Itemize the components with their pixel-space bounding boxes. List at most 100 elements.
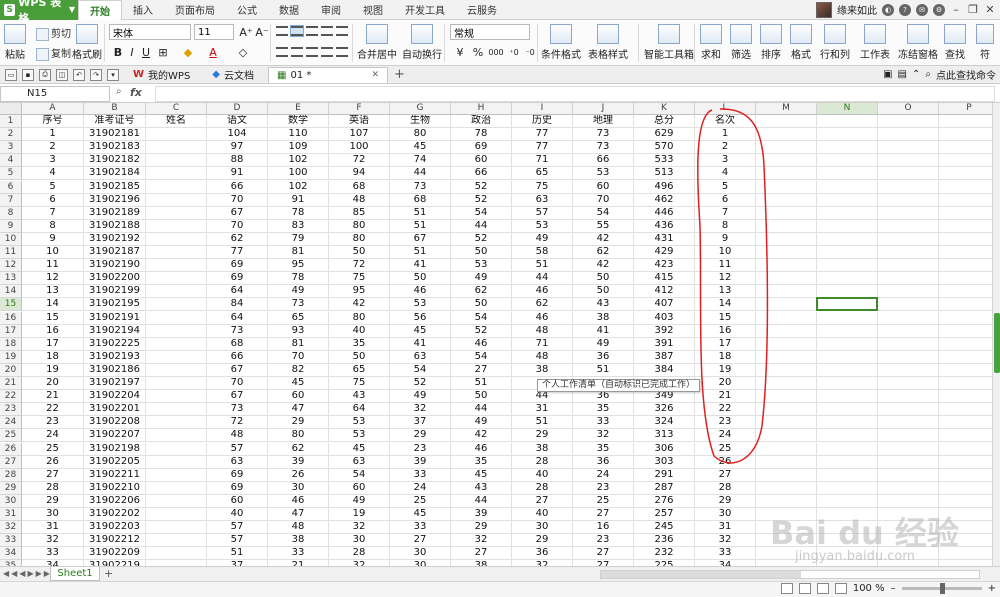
symbol-button[interactable]: 符 — [976, 24, 994, 61]
select-all-corner[interactable] — [0, 103, 22, 115]
table-cell[interactable] — [756, 403, 817, 417]
table-cell[interactable] — [939, 207, 992, 220]
table-cell[interactable]: 51 — [390, 206, 451, 220]
table-cell[interactable]: 57 — [207, 442, 268, 456]
row-header[interactable]: 6 — [0, 180, 22, 194]
distribute-icon[interactable] — [336, 47, 348, 57]
undo-icon[interactable]: ↶ — [73, 68, 85, 81]
table-cell[interactable]: 415 — [634, 272, 695, 286]
table-cell[interactable]: 74 — [390, 154, 451, 168]
table-cell[interactable] — [146, 246, 207, 259]
print-preview-icon[interactable]: ◫ — [56, 68, 68, 81]
table-cell[interactable]: 68 — [329, 180, 390, 194]
table-cell[interactable] — [146, 272, 207, 286]
table-cell[interactable]: 23 — [573, 481, 634, 495]
table-cell[interactable] — [817, 154, 878, 168]
column-header-P[interactable]: P — [939, 103, 992, 115]
table-cell[interactable]: 51 — [207, 547, 268, 561]
table-cell[interactable] — [939, 233, 992, 246]
table-cell[interactable] — [939, 403, 992, 417]
table-cell[interactable] — [878, 232, 939, 246]
table-cell[interactable]: 19 — [695, 363, 756, 377]
table-cell[interactable] — [939, 154, 992, 168]
header-cell[interactable]: 姓名 — [146, 115, 207, 128]
table-cell[interactable]: 69 — [451, 141, 512, 155]
row-header[interactable]: 21 — [0, 377, 22, 390]
table-cell[interactable]: 37 — [390, 416, 451, 430]
table-cell[interactable]: 245 — [634, 521, 695, 535]
table-cell[interactable]: 56 — [390, 311, 451, 325]
table-cell[interactable] — [146, 193, 207, 207]
table-cell[interactable]: 13 — [22, 285, 84, 299]
table-cell[interactable]: 62 — [573, 246, 634, 259]
table-cell[interactable]: 46 — [451, 442, 512, 456]
table-cell[interactable]: 23 — [390, 442, 451, 456]
column-header-O[interactable]: O — [878, 103, 939, 115]
table-cell[interactable]: 15 — [695, 311, 756, 325]
table-cell[interactable]: 276 — [634, 494, 695, 508]
table-cell[interactable] — [817, 128, 878, 142]
table-cell[interactable]: 57 — [512, 206, 573, 220]
table-cell[interactable]: 63 — [390, 350, 451, 364]
table-cell[interactable] — [939, 141, 992, 155]
table-cell[interactable]: 64 — [207, 311, 268, 325]
table-cell[interactable] — [817, 219, 878, 233]
table-cell[interactable]: 446 — [634, 206, 695, 220]
column-header-C[interactable]: C — [146, 103, 207, 115]
column-header-J[interactable]: J — [573, 103, 634, 115]
table-cell[interactable] — [878, 272, 939, 286]
table-cell[interactable] — [146, 429, 207, 443]
column-header-L[interactable]: L — [695, 103, 756, 115]
table-cell[interactable] — [146, 285, 207, 299]
header-cell[interactable]: 语文 — [207, 115, 268, 128]
table-cell[interactable]: 78 — [268, 272, 329, 286]
table-cell[interactable]: 58 — [512, 246, 573, 259]
table-cell[interactable]: 31902209 — [84, 547, 146, 561]
table-cell[interactable]: 27 — [695, 468, 756, 482]
horizontal-scroll-thumb[interactable] — [601, 571, 801, 578]
formula-input[interactable] — [155, 86, 995, 102]
table-cell[interactable] — [878, 416, 939, 430]
reading-mode-icon[interactable] — [834, 583, 847, 594]
table-cell[interactable]: 30 — [268, 481, 329, 495]
row-header[interactable]: 11 — [0, 246, 22, 259]
table-cell[interactable]: 44 — [451, 219, 512, 233]
table-cell[interactable] — [146, 534, 207, 548]
table-cell[interactable]: 2 — [22, 141, 84, 155]
table-cell[interactable]: 110 — [268, 128, 329, 142]
fx-icon[interactable]: fx — [130, 86, 142, 99]
table-cell[interactable]: 18 — [22, 350, 84, 364]
table-cell[interactable] — [756, 259, 817, 273]
row-header[interactable]: 19 — [0, 350, 22, 364]
table-cell[interactable]: 6 — [22, 193, 84, 207]
column-header-H[interactable]: H — [451, 103, 512, 115]
vertical-scrollbar[interactable] — [992, 103, 1000, 566]
table-cell[interactable]: 100 — [268, 167, 329, 181]
table-cell[interactable]: 46 — [512, 285, 573, 299]
thousands-button[interactable]: 000 — [488, 44, 504, 60]
table-cell[interactable]: 38 — [573, 311, 634, 325]
table-cell[interactable] — [939, 194, 992, 207]
zoom-in-icon[interactable]: + — [988, 583, 996, 594]
header-cell[interactable]: 地理 — [573, 115, 634, 128]
menu-tab-3[interactable]: 公式 — [226, 0, 268, 20]
sort-button[interactable]: 排序 — [760, 24, 782, 61]
table-cell[interactable] — [146, 521, 207, 535]
table-cell[interactable] — [939, 416, 992, 430]
table-cell[interactable]: 28 — [22, 481, 84, 495]
row-header[interactable]: 12 — [0, 259, 22, 273]
table-cell[interactable]: 70 — [207, 377, 268, 390]
table-cell[interactable] — [878, 377, 939, 390]
column-header-M[interactable]: M — [756, 103, 817, 115]
table-cell[interactable]: 75 — [512, 180, 573, 194]
table-cell[interactable]: 3 — [695, 154, 756, 168]
table-cell[interactable]: 31902225 — [84, 337, 146, 351]
table-cell[interactable] — [939, 429, 992, 443]
table-cell[interactable]: 57 — [207, 534, 268, 548]
skin-icon[interactable]: ◐ — [882, 3, 894, 16]
table-cell[interactable]: 30 — [329, 534, 390, 548]
table-cell[interactable]: 31902205 — [84, 455, 146, 469]
table-cell[interactable]: 31902200 — [84, 272, 146, 286]
header-cell[interactable]: 生物 — [390, 115, 451, 128]
table-cell[interactable]: 68 — [207, 337, 268, 351]
